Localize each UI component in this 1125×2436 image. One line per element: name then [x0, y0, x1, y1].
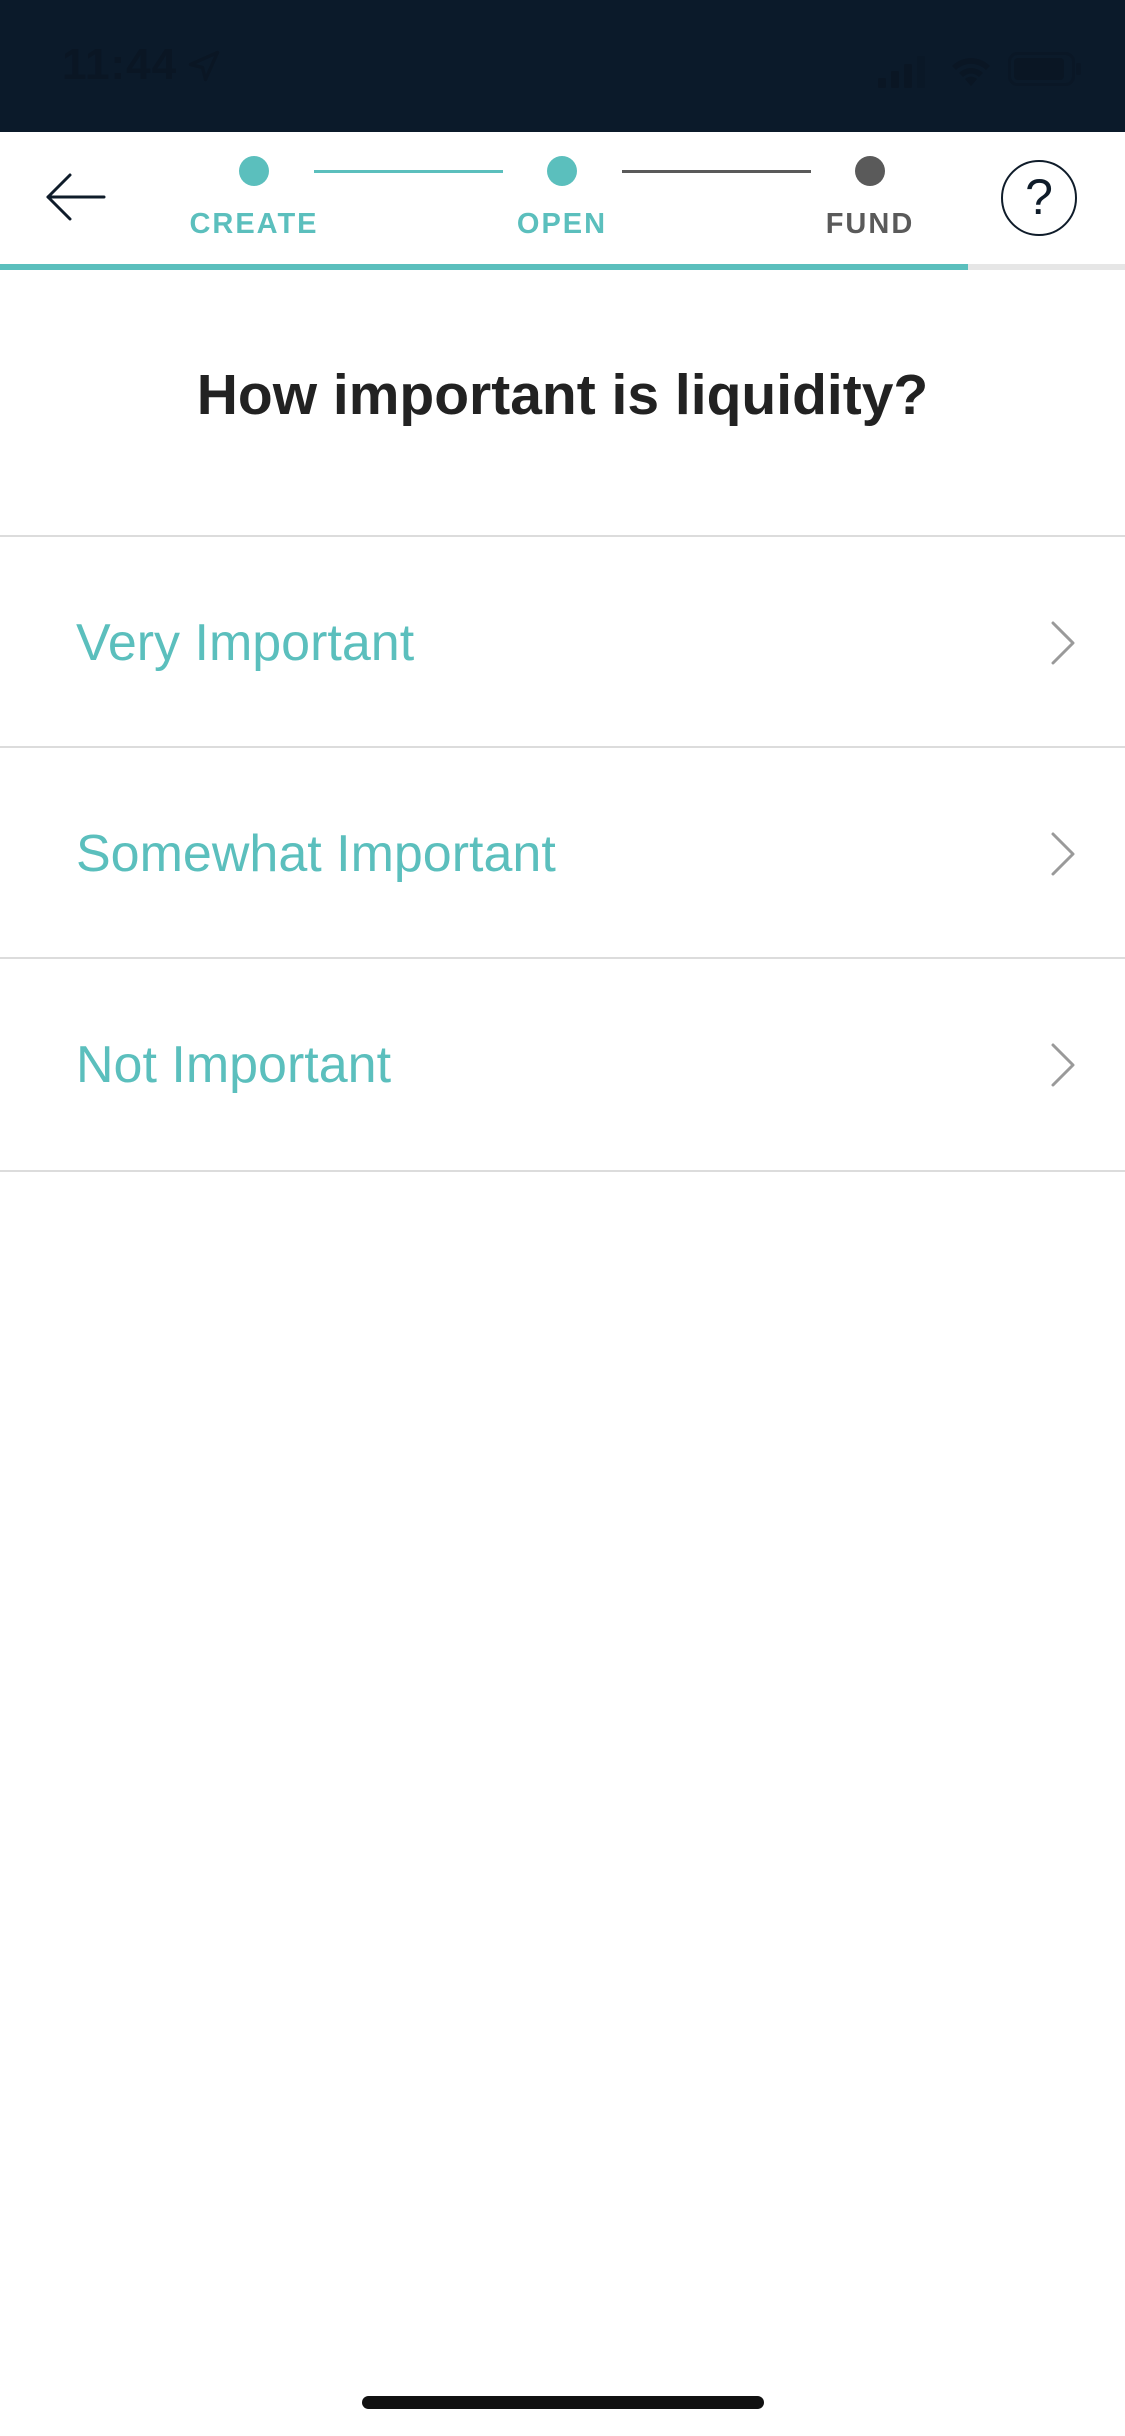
step-connector-open-fund	[622, 170, 811, 173]
home-indicator[interactable]	[362, 2396, 764, 2409]
status-bar: 11:44	[0, 0, 1125, 132]
progress-bar	[0, 264, 1125, 270]
back-button[interactable]	[40, 166, 110, 228]
step-dot-fund	[855, 156, 885, 186]
cellular-signal-icon	[878, 56, 925, 88]
location-arrow-icon	[188, 50, 220, 82]
page-title: How important is liquidity?	[196, 363, 929, 427]
step-dot-create	[239, 156, 269, 186]
option-label: Very Important	[76, 614, 415, 672]
header: CREATE OPEN FUND ?	[0, 132, 1125, 268]
option-label: Not Important	[76, 1036, 392, 1094]
chevron-right-icon	[1051, 832, 1075, 876]
option-label: Somewhat Important	[76, 825, 556, 883]
options-list: Very Important Somewhat Important Not Im…	[0, 535, 1125, 1172]
step-connector-create-open	[314, 170, 503, 173]
wifi-icon	[952, 58, 990, 86]
option-not-important[interactable]: Not Important	[0, 957, 1125, 1172]
step-dot-open	[547, 156, 577, 186]
chevron-right-icon	[1051, 621, 1075, 665]
option-somewhat-important[interactable]: Somewhat Important	[0, 746, 1125, 957]
option-very-important[interactable]: Very Important	[0, 535, 1125, 746]
battery-icon	[1008, 52, 1081, 86]
arrow-left-icon	[46, 173, 106, 221]
progress-bar-fill	[0, 264, 968, 270]
status-time: 11:44	[62, 40, 178, 89]
step-label-create: CREATE	[189, 208, 319, 240]
step-label-open: OPEN	[516, 208, 608, 240]
step-label-fund: FUND	[825, 208, 915, 240]
help-icon: ?	[1025, 169, 1053, 225]
chevron-right-icon	[1051, 1043, 1075, 1087]
help-button[interactable]: ?	[1001, 160, 1077, 236]
